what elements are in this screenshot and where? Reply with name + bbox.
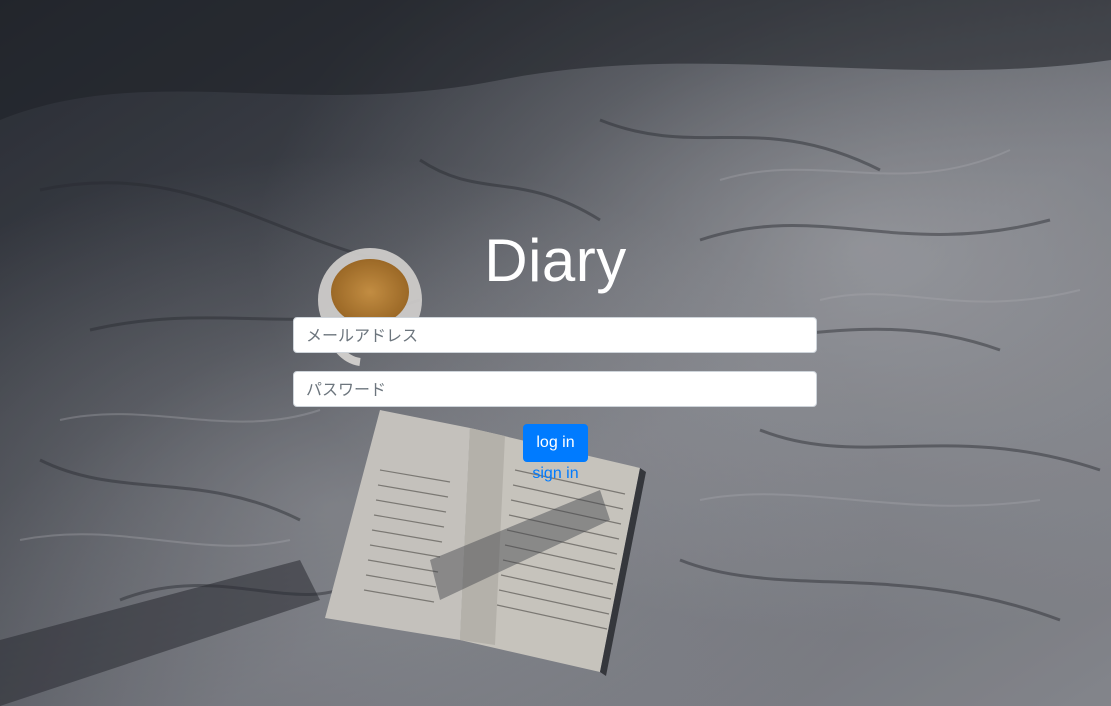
- login-page: Diary log in sign in: [0, 0, 1111, 706]
- password-field[interactable]: [293, 371, 817, 407]
- page-title: Diary: [484, 227, 627, 294]
- signin-link[interactable]: sign in: [0, 464, 1111, 484]
- login-form: Diary log in sign in: [0, 0, 1111, 706]
- email-field[interactable]: [293, 317, 817, 353]
- login-button[interactable]: log in: [523, 424, 588, 462]
